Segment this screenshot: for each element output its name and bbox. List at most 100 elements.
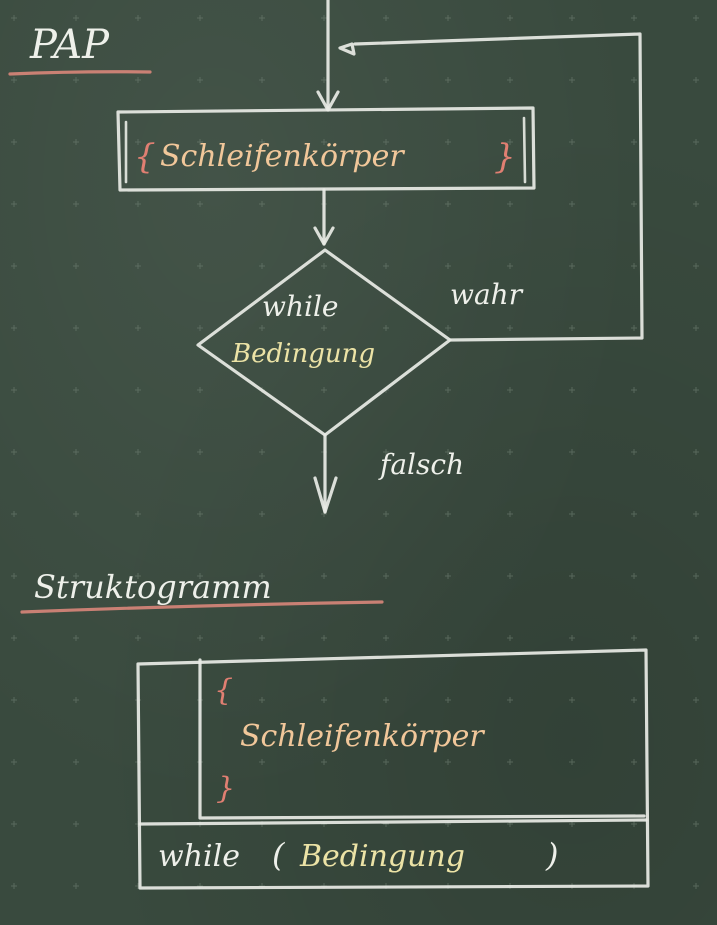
grid-cross bbox=[259, 697, 265, 703]
grid-cross bbox=[197, 263, 203, 269]
grid-cross bbox=[445, 139, 451, 145]
grid-cross bbox=[507, 573, 513, 579]
grid-cross bbox=[11, 759, 17, 765]
grid-cross bbox=[321, 77, 327, 83]
grid-cross bbox=[507, 635, 513, 641]
grid-cross bbox=[383, 325, 389, 331]
grid-cross bbox=[259, 201, 265, 207]
grid-cross bbox=[383, 15, 389, 21]
pap-body-close-brace: } bbox=[494, 137, 516, 177]
grid-cross bbox=[631, 759, 637, 765]
grid-cross bbox=[197, 77, 203, 83]
grid-cross bbox=[11, 139, 17, 145]
struktogramm-footer-paren-close: ) bbox=[545, 836, 558, 874]
pap-heading: PAP bbox=[29, 22, 110, 68]
grid-cross bbox=[321, 15, 327, 21]
grid-cross bbox=[11, 573, 17, 579]
chalkboard: PAP { Schleifenkörper } while Bedingung … bbox=[0, 0, 717, 925]
grid-cross bbox=[135, 77, 141, 83]
grid-cross bbox=[197, 15, 203, 21]
grid-cross bbox=[445, 759, 451, 765]
grid-cross bbox=[631, 573, 637, 579]
grid-cross bbox=[507, 77, 513, 83]
grid-cross bbox=[259, 263, 265, 269]
grid-cross bbox=[445, 77, 451, 83]
grid-cross bbox=[321, 697, 327, 703]
grid-cross bbox=[259, 449, 265, 455]
grid-cross bbox=[11, 77, 17, 83]
struktogramm-heading: Struktogramm bbox=[34, 568, 272, 606]
pap-false-label: falsch bbox=[378, 448, 464, 481]
grid-cross bbox=[507, 449, 513, 455]
grid-cross bbox=[445, 201, 451, 207]
grid-cross bbox=[197, 387, 203, 393]
grid-cross bbox=[507, 759, 513, 765]
grid-cross bbox=[693, 15, 699, 21]
grid-cross bbox=[73, 387, 79, 393]
grid-cross bbox=[445, 511, 451, 517]
grid-cross bbox=[569, 697, 575, 703]
grid-cross bbox=[693, 139, 699, 145]
grid-cross bbox=[631, 697, 637, 703]
grid-cross bbox=[11, 387, 17, 393]
grid-cross bbox=[321, 387, 327, 393]
struktogramm-footer-divider bbox=[138, 818, 648, 826]
grid-cross bbox=[693, 325, 699, 331]
grid-cross bbox=[11, 201, 17, 207]
grid-cross bbox=[383, 635, 389, 641]
grid-cross bbox=[321, 263, 327, 269]
grid-cross bbox=[693, 511, 699, 517]
grid-cross bbox=[507, 387, 513, 393]
grid-cross bbox=[569, 77, 575, 83]
grid-cross bbox=[507, 325, 513, 331]
grid-cross bbox=[135, 449, 141, 455]
grid-cross bbox=[693, 635, 699, 641]
grid-cross bbox=[693, 697, 699, 703]
struktogramm-footer-paren-open: ( bbox=[272, 836, 286, 874]
grid-cross bbox=[11, 15, 17, 21]
grid-cross bbox=[383, 511, 389, 517]
grid-cross bbox=[73, 697, 79, 703]
grid-cross bbox=[507, 15, 513, 21]
grid-cross bbox=[135, 263, 141, 269]
grid-cross bbox=[569, 511, 575, 517]
grid-cross bbox=[569, 449, 575, 455]
grid-cross bbox=[445, 573, 451, 579]
struktogramm-body-open-brace: { bbox=[214, 673, 233, 708]
grid-cross bbox=[73, 15, 79, 21]
grid-cross bbox=[11, 325, 17, 331]
grid-cross bbox=[631, 511, 637, 517]
grid-cross bbox=[11, 821, 17, 827]
grid-cross bbox=[693, 387, 699, 393]
grid-cross bbox=[445, 263, 451, 269]
grid-cross bbox=[631, 77, 637, 83]
grid-cross bbox=[569, 325, 575, 331]
grid-cross bbox=[631, 263, 637, 269]
grid-cross bbox=[693, 77, 699, 83]
grid-cross bbox=[135, 201, 141, 207]
grid-cross bbox=[569, 387, 575, 393]
struktogramm-footer-keyword: while bbox=[158, 839, 240, 874]
grid-cross bbox=[73, 635, 79, 641]
grid-cross bbox=[197, 449, 203, 455]
grid-cross bbox=[569, 573, 575, 579]
grid-cross bbox=[631, 387, 637, 393]
grid-cross bbox=[11, 263, 17, 269]
grid-cross bbox=[11, 449, 17, 455]
grid-cross bbox=[73, 201, 79, 207]
struktogramm-body-close-brace: } bbox=[216, 771, 235, 806]
grid-cross bbox=[259, 77, 265, 83]
grid-cross bbox=[445, 15, 451, 21]
grid-cross bbox=[507, 263, 513, 269]
grid-cross bbox=[631, 139, 637, 145]
grid-cross bbox=[259, 15, 265, 21]
pap-body-label: Schleifenkörper bbox=[160, 139, 405, 174]
grid-cross bbox=[73, 325, 79, 331]
grid-cross bbox=[693, 883, 699, 889]
grid-cross bbox=[569, 201, 575, 207]
grid-cross bbox=[569, 635, 575, 641]
diagram-canvas: PAP { Schleifenkörper } while Bedingung … bbox=[8, 0, 699, 890]
grid-cross bbox=[135, 15, 141, 21]
grid-cross bbox=[73, 883, 79, 889]
grid-cross bbox=[693, 821, 699, 827]
